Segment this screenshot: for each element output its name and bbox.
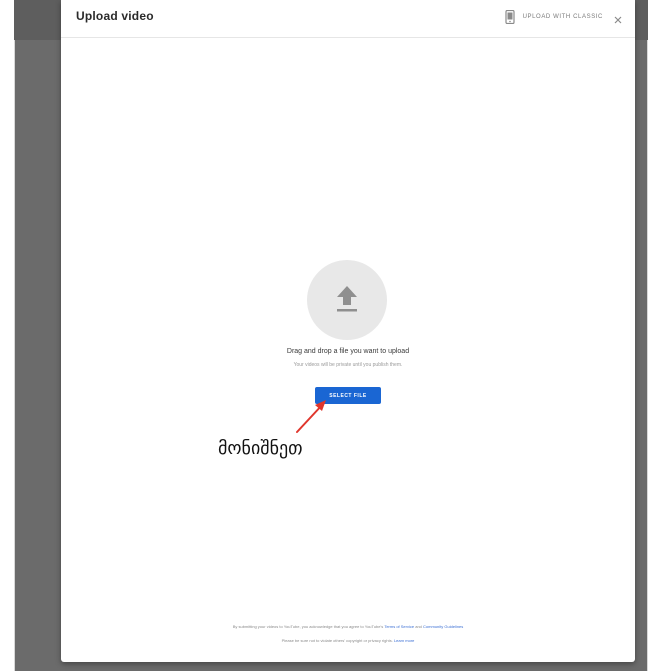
- dialog-title: Upload video: [76, 9, 154, 23]
- phone-icon: [504, 9, 515, 25]
- footer-line1-prefix: By submitting your videos to YouTube, yo…: [232, 624, 384, 629]
- dropzone-secondary-text: Your videos will be private until you pu…: [293, 362, 403, 368]
- footer-copyright-text: Please be sure not to violate others' co…: [61, 638, 635, 643]
- header-actions: UPLOAD WITH CLASSIC: [504, 6, 623, 28]
- terms-of-service-link[interactable]: Terms of Service: [384, 624, 414, 629]
- upload-arrow-icon: [337, 286, 357, 312]
- footer-terms-text: By submitting your videos to YouTube, yo…: [61, 624, 635, 629]
- upload-dialog: Upload video UPLOAD WITH CLASSIC Drag an…: [61, 0, 635, 662]
- upload-dropzone-circle[interactable]: [307, 260, 387, 340]
- select-file-button[interactable]: SELECT FILE: [315, 387, 381, 404]
- dropzone-primary-text: Drag and drop a file you want to upload: [286, 348, 410, 355]
- dialog-header: Upload video UPLOAD WITH CLASSIC: [61, 0, 635, 38]
- footer-line2-prefix: Please be sure not to violate others' co…: [281, 638, 393, 643]
- community-guidelines-link[interactable]: Community Guidelines: [423, 624, 463, 629]
- upload-with-classic-link[interactable]: UPLOAD WITH CLASSIC: [523, 14, 603, 20]
- learn-more-link[interactable]: Learn more: [394, 638, 414, 643]
- footer-and: and: [415, 624, 422, 629]
- annotation-label: მონიშნეთ: [218, 438, 303, 459]
- close-icon[interactable]: [613, 12, 623, 24]
